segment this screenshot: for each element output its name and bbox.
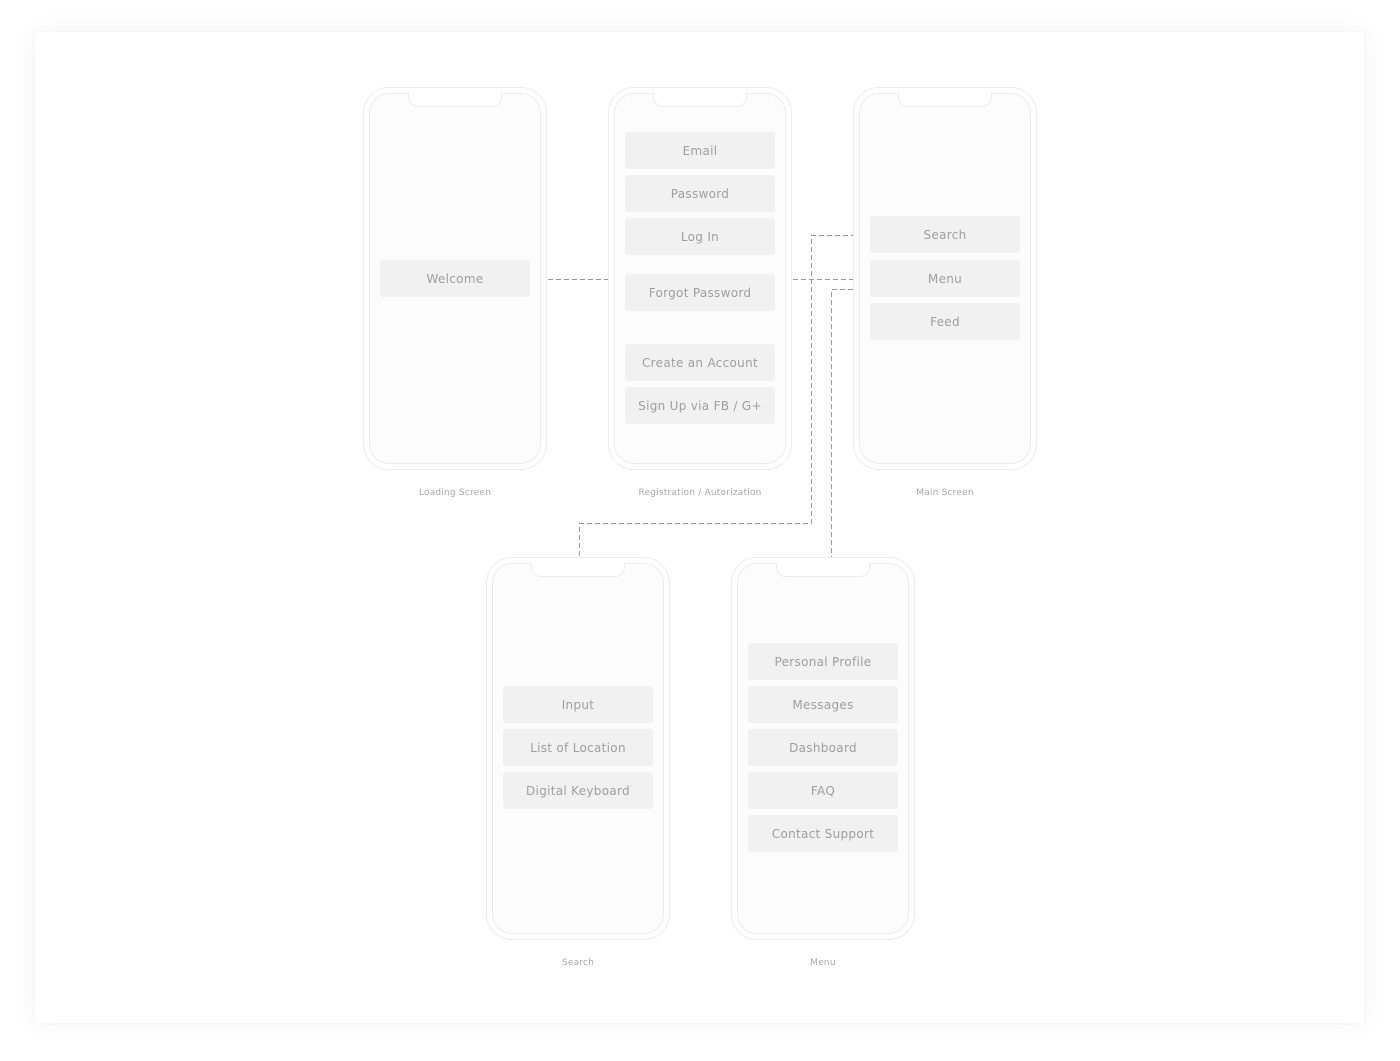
faq-button[interactable]: FAQ: [748, 772, 898, 809]
caption-search-screen: Search: [561, 958, 595, 968]
contact-support-button[interactable]: Contact Support: [748, 815, 898, 852]
phone-notch: [653, 93, 747, 107]
caption-main-screen: Main Screen: [916, 488, 974, 498]
messages-button[interactable]: Messages: [748, 686, 898, 723]
digital-keyboard[interactable]: Digital Keyboard: [503, 772, 653, 809]
search-input[interactable]: Input: [503, 686, 653, 723]
caption-menu-screen: Menu: [810, 958, 836, 968]
feed-button[interactable]: Feed: [870, 303, 1020, 340]
location-list[interactable]: List of Location: [503, 729, 653, 766]
forgot-password-button[interactable]: Forgot Password: [625, 274, 775, 311]
menu-button[interactable]: Menu: [870, 260, 1020, 297]
search-button[interactable]: Search: [870, 216, 1020, 253]
phone-registration-screen: Email Password Log In Forgot Password Cr…: [608, 87, 792, 470]
phone-loading-screen: Welcome: [363, 87, 547, 470]
password-field[interactable]: Password: [625, 175, 775, 212]
phone-main-screen: Search Menu Feed: [853, 87, 1037, 470]
phone-search-screen: Input List of Location Digital Keyboard: [486, 557, 670, 940]
phone-notch: [408, 93, 502, 107]
log-in-button[interactable]: Log In: [625, 218, 775, 255]
phone-menu-screen: Personal Profile Messages Dashboard FAQ …: [731, 557, 915, 940]
phone-notch: [776, 563, 870, 577]
create-account-button[interactable]: Create an Account: [625, 344, 775, 381]
personal-profile-button[interactable]: Personal Profile: [748, 643, 898, 680]
email-field[interactable]: Email: [625, 132, 775, 169]
caption-registration-screen: Registration / Autorization: [638, 488, 762, 498]
phone-notch: [531, 563, 625, 577]
dashboard-button[interactable]: Dashboard: [748, 729, 898, 766]
welcome-button[interactable]: Welcome: [380, 260, 530, 297]
caption-loading-screen: Loading Screen: [418, 488, 492, 498]
sign-up-social-button[interactable]: Sign Up via FB / G+: [625, 387, 775, 424]
phone-notch: [898, 93, 992, 107]
